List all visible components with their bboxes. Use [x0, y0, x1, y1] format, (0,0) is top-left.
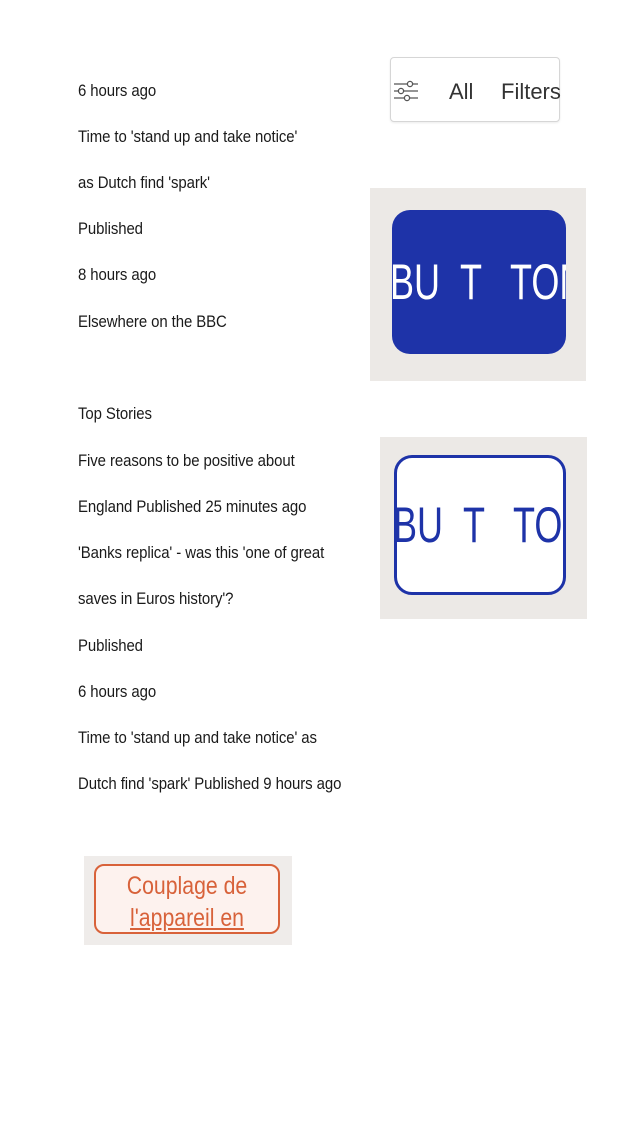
- headline-link[interactable]: Time to 'stand up and take notice': [78, 127, 297, 147]
- headline-link[interactable]: saves in Euros history'?: [78, 589, 233, 609]
- sliders-icon[interactable]: [393, 78, 419, 104]
- section-heading: Elsewhere on the BBC: [78, 312, 227, 331]
- timestamp: 8 hours ago: [78, 265, 157, 284]
- button-text-part: TON: [510, 254, 566, 310]
- button-image-filled: BU T TON: [370, 188, 586, 381]
- button-image-outline: BU T TON: [380, 437, 587, 619]
- headline-link[interactable]: England Published 25 minutes ago: [78, 497, 306, 517]
- filled-button[interactable]: BU T TON: [392, 210, 566, 354]
- published-label: Published: [78, 219, 143, 238]
- button-text-part: BU: [392, 254, 441, 310]
- pairing-button-image: Couplage de l'appareil en cours: [84, 856, 292, 945]
- published-label: Published: [78, 636, 143, 655]
- timestamp: 6 hours ago: [78, 81, 157, 100]
- headline-link[interactable]: as Dutch find 'spark': [78, 173, 210, 193]
- button-text-part: BU: [394, 497, 444, 553]
- timestamp: 6 hours ago: [78, 682, 157, 701]
- headline-link[interactable]: 'Banks replica' - was this 'one of great: [78, 543, 324, 563]
- section-heading: Top Stories: [78, 404, 152, 423]
- button-text-part: T: [460, 254, 482, 310]
- headline-link[interactable]: Time to 'stand up and take notice' as: [78, 728, 317, 748]
- button-text-part: T: [463, 497, 485, 553]
- pairing-button-line1: Couplage de: [126, 872, 248, 900]
- headline-link[interactable]: Five reasons to be positive about: [78, 451, 295, 471]
- filters-button[interactable]: Filters: [501, 79, 561, 105]
- all-filter-button[interactable]: All: [449, 79, 473, 105]
- headline-link[interactable]: Dutch find 'spark' Published 9 hours ago: [78, 774, 341, 794]
- pairing-button-line2: l'appareil en cours: [130, 904, 244, 932]
- outline-button[interactable]: BU T TON: [394, 455, 566, 595]
- button-text-part: TON: [513, 497, 563, 553]
- pairing-button[interactable]: Couplage de l'appareil en cours: [94, 864, 280, 934]
- filter-bar[interactable]: All Filters: [390, 57, 561, 122]
